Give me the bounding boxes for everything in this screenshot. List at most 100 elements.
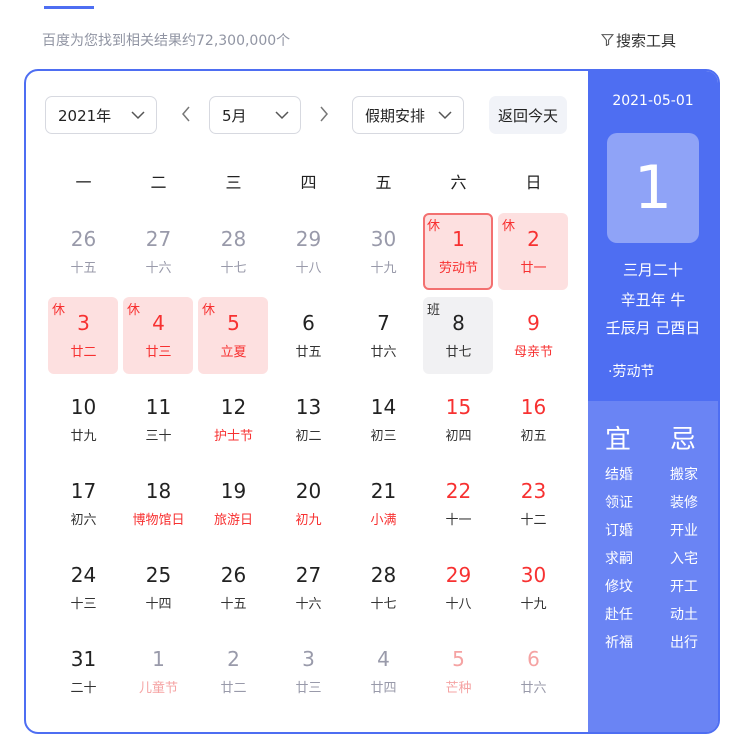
- calendar-day-cell[interactable]: 休 4 廿三: [121, 295, 196, 379]
- calendar-day-cell[interactable]: 12 护士节: [196, 379, 271, 463]
- yi-heading: 宜: [605, 425, 632, 455]
- calendar-day-cell[interactable]: 7 廿六: [346, 295, 421, 379]
- calendar-day-cell[interactable]: 30 十九: [346, 211, 421, 295]
- day-number: 10: [70, 395, 97, 419]
- calendar-day-cell[interactable]: 休 5 立夏: [196, 295, 271, 379]
- calendar-day-cell[interactable]: 16 初五: [496, 379, 571, 463]
- day-cell-background: [498, 633, 568, 710]
- calendar-week-row: 24 十三 25 十四 26 十五 27 十六 28 十七 29 十八 30 十九: [46, 547, 571, 631]
- ji-heading: 忌: [670, 425, 697, 455]
- calendar-day-cell[interactable]: 29 十八: [421, 547, 496, 631]
- selected-festival: ·劳动节: [608, 364, 655, 380]
- prev-month-button[interactable]: [176, 104, 196, 128]
- day-cell-background: [348, 549, 418, 626]
- lunar-or-festival-label: 廿六: [520, 681, 547, 696]
- day-cell-background: [423, 549, 493, 626]
- day-number: 9: [527, 311, 540, 335]
- search-tools-label: 搜索工具: [615, 32, 676, 50]
- calendar-day-cell[interactable]: 13 初二: [271, 379, 346, 463]
- search-tools-button[interactable]: 搜索工具: [600, 30, 676, 51]
- calendar-day-cell[interactable]: 班 8 廿七: [421, 295, 496, 379]
- day-number: 4: [377, 647, 390, 671]
- calendar-day-cell[interactable]: 27 十六: [271, 547, 346, 631]
- day-number: 29: [445, 563, 472, 587]
- day-number: 26: [70, 227, 97, 251]
- calendar-day-cell[interactable]: 2 廿二: [196, 631, 271, 715]
- calendar-day-cell[interactable]: 30 十九: [496, 547, 571, 631]
- lunar-or-festival-label: 三十: [145, 429, 172, 444]
- calendar-day-cell[interactable]: 15 初四: [421, 379, 496, 463]
- weekday-label: 四: [300, 173, 317, 192]
- calendar-week-row: 17 初六 18 博物馆日 19 旅游日 20 初九 21 小满 22 十一 23 十二: [46, 463, 571, 547]
- calendar-day-cell[interactable]: 休 2 廿一: [496, 211, 571, 295]
- day-cell-background: [423, 633, 493, 710]
- back-to-today-button[interactable]: 返回今天: [489, 96, 567, 134]
- calendar-day-cell[interactable]: 29 十八: [271, 211, 346, 295]
- calendar-day-cell[interactable]: 11 三十: [121, 379, 196, 463]
- day-cell-background: [273, 213, 343, 290]
- day-cell-background: [498, 549, 568, 626]
- calendar-day-cell[interactable]: 休 3 廿二: [46, 295, 121, 379]
- day-number: 26: [220, 563, 247, 587]
- calendar-day-cell[interactable]: 20 初九: [271, 463, 346, 547]
- holiday-select[interactable]: 假期安排: [352, 96, 464, 134]
- active-tab-indicator: [44, 6, 94, 9]
- day-number: 8: [452, 311, 465, 335]
- calendar-day-cell[interactable]: 17 初六: [46, 463, 121, 547]
- calendar-day-cell[interactable]: 23 十二: [496, 463, 571, 547]
- calendar-day-cell[interactable]: 3 廿三: [271, 631, 346, 715]
- weekday-label: 五: [375, 173, 392, 192]
- calendar-day-cell[interactable]: 25 十四: [121, 547, 196, 631]
- calendar-day-cell[interactable]: 9 母亲节: [496, 295, 571, 379]
- calendar-day-cell[interactable]: 26 十五: [196, 547, 271, 631]
- calendar-day-cell[interactable]: 19 旅游日: [196, 463, 271, 547]
- day-cell-background: [273, 549, 343, 626]
- day-number: 28: [370, 563, 397, 587]
- calendar-day-cell[interactable]: 22 十一: [421, 463, 496, 547]
- day-cell-background: [198, 465, 268, 542]
- calendar-day-cell[interactable]: 28 十七: [346, 547, 421, 631]
- day-cell-background: [498, 465, 568, 542]
- calendar-day-cell[interactable]: 6 廿五: [271, 295, 346, 379]
- calendar-day-cell[interactable]: 27 十六: [121, 211, 196, 295]
- calendar-day-cell[interactable]: 21 小满: [346, 463, 421, 547]
- day-cell-background: [48, 633, 118, 710]
- calendar-day-cell[interactable]: 14 初三: [346, 379, 421, 463]
- day-number: 17: [70, 479, 97, 503]
- day-cell-background: [123, 381, 193, 458]
- calendar-day-cell[interactable]: 31 二十: [46, 631, 121, 715]
- calendar-day-cell[interactable]: 28 十七: [196, 211, 271, 295]
- calendar-day-cell[interactable]: 1 儿童节: [121, 631, 196, 715]
- calendar-day-cell[interactable]: 10 廿九: [46, 379, 121, 463]
- calendar-day-cell[interactable]: 休 1 劳动节: [421, 211, 496, 295]
- calendar-grid: 26 十五 27 十六 28 十七 29 十八 30 十九休 1 劳动节休 2 廿一休 3 廿二休 4 廿三休 5 立…: [46, 211, 571, 715]
- lunar-or-festival-label: 十七: [370, 597, 397, 612]
- year-select[interactable]: 2021年: [45, 96, 157, 134]
- month-select[interactable]: 5月: [209, 96, 301, 134]
- ji-item: 开工: [670, 579, 698, 595]
- ji-item: 入宅: [670, 551, 698, 567]
- day-cell-background: [423, 381, 493, 458]
- weekday-header: 一 二 三 四 五 六 日: [46, 169, 571, 195]
- calendar-day-cell[interactable]: 18 博物馆日: [121, 463, 196, 547]
- lunar-or-festival-label: 小满: [370, 513, 397, 528]
- lunar-or-festival-label: 初三: [370, 429, 397, 444]
- calendar-day-cell[interactable]: 24 十三: [46, 547, 121, 631]
- day-cell-background: [498, 381, 568, 458]
- chevron-down-icon: [274, 106, 290, 124]
- calendar-day-cell[interactable]: 4 廿四: [346, 631, 421, 715]
- lunar-or-festival-label: 廿三: [145, 345, 172, 360]
- ji-item: 动土: [670, 607, 698, 623]
- calendar-day-cell[interactable]: 26 十五: [46, 211, 121, 295]
- next-month-button[interactable]: [314, 104, 334, 128]
- day-cell-background: [273, 633, 343, 710]
- lunar-or-festival-label: 十六: [295, 597, 322, 612]
- day-cell-background: [273, 465, 343, 542]
- chevron-left-icon: [181, 105, 191, 127]
- day-cell-background: [348, 633, 418, 710]
- yi-item: 修坟: [605, 579, 633, 595]
- day-cell-background: [123, 633, 193, 710]
- calendar-day-cell[interactable]: 5 芒种: [421, 631, 496, 715]
- calendar-day-cell[interactable]: 6 廿六: [496, 631, 571, 715]
- lunar-or-festival-label: 十六: [145, 261, 172, 276]
